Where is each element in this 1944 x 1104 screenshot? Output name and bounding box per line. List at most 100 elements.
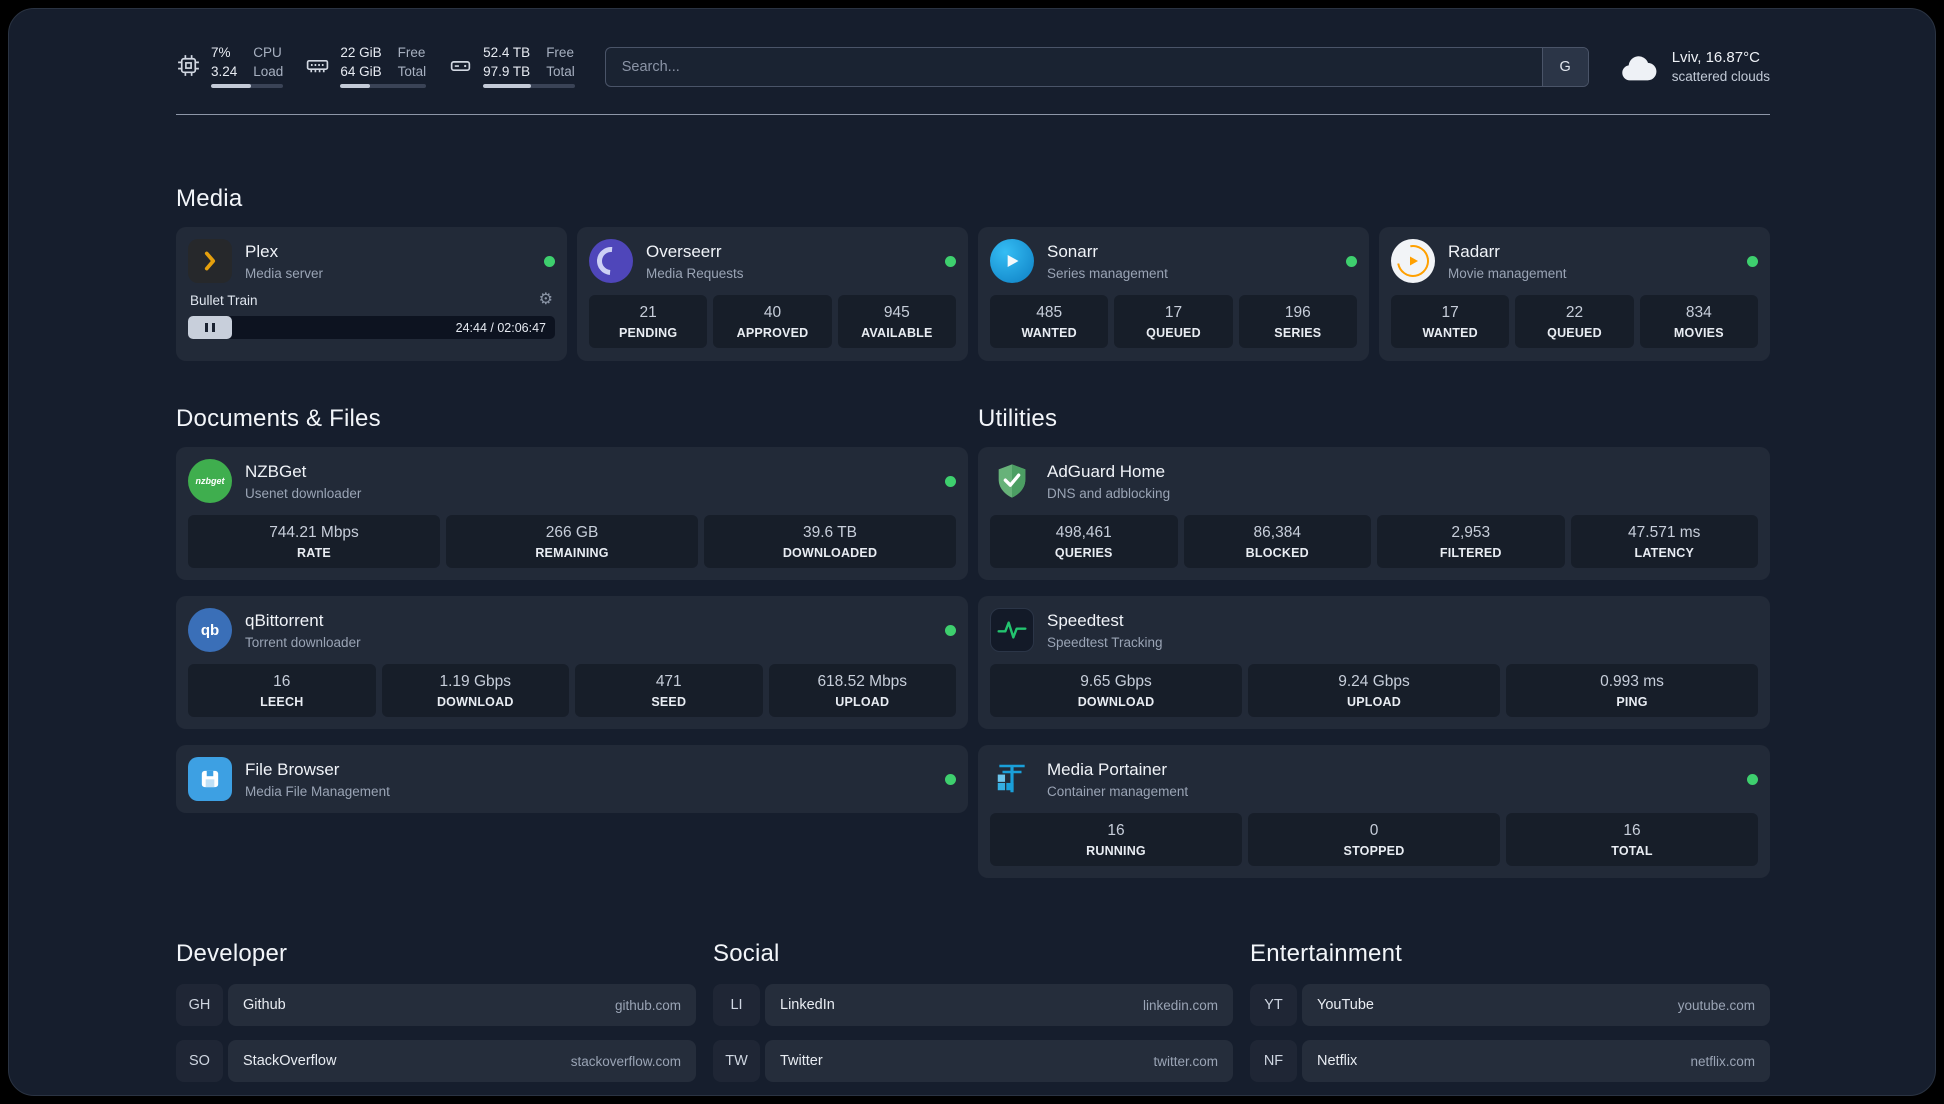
media-section: Media Plex Media server Bullet Train ⚙ 2…	[176, 185, 1770, 362]
memory-progress-bar	[340, 84, 427, 89]
stat-value: 16	[273, 673, 291, 691]
stat-label: LEECH	[260, 695, 304, 710]
stat-label: DOWNLOADED	[782, 546, 878, 561]
stat-label: WANTED	[1422, 326, 1478, 341]
card-subtitle: Media Requests	[646, 265, 744, 281]
section-heading-utilities: Utilities	[978, 405, 1058, 433]
stat-tile: 834 MOVIES	[1639, 295, 1758, 349]
bookmarks-section: Developer GH Github github.com SO StackO…	[176, 940, 1770, 1095]
stat-value: 16	[1623, 822, 1641, 840]
stat-label: FILTERED	[1439, 546, 1502, 561]
pause-button[interactable]	[188, 316, 232, 340]
memory-icon	[305, 53, 330, 78]
stat-label: QUEUED	[1547, 326, 1602, 341]
section-heading-entertainment: Entertainment	[1250, 940, 1403, 968]
bookmark-github[interactable]: GH Github github.com	[176, 984, 696, 1027]
adguard-icon	[990, 459, 1034, 503]
stat-value: 9.65 Gbps	[1080, 673, 1152, 691]
cpu-progress-bar	[211, 84, 284, 89]
card-title: Overseerr	[646, 241, 722, 261]
overseerr-card[interactable]: Overseerr Media Requests 21 PENDING 40 A…	[577, 227, 968, 362]
documents-section: Documents & Files nzbget NZBGet Usenet d…	[176, 405, 968, 878]
bookmark-abbr: NF	[1250, 1040, 1297, 1083]
bookmark-url: stackoverflow.com	[570, 1053, 681, 1069]
overseerr-icon	[589, 239, 633, 284]
stat-tile: 498,461 QUERIES	[990, 515, 1178, 569]
card-title: Sonarr	[1047, 241, 1099, 261]
bookmark-linkedin[interactable]: LI LinkedIn linkedin.com	[713, 984, 1233, 1027]
stat-tile: 196 SERIES	[1238, 295, 1357, 349]
gear-icon[interactable]: ⚙	[539, 292, 553, 308]
search-provider-button[interactable]: G	[1541, 47, 1588, 86]
bookmark-abbr: YT	[1250, 984, 1297, 1027]
bookmark-name: StackOverflow	[243, 1053, 337, 1070]
portainer-icon	[990, 757, 1034, 801]
status-dot	[945, 255, 956, 267]
stat-tile: 16 RUNNING	[990, 813, 1242, 867]
stat-label: RUNNING	[1086, 844, 1146, 859]
bookmark-group-social: Social LI LinkedIn linkedin.com TW Twitt…	[713, 940, 1233, 1095]
stat-tile: 2,953 FILTERED	[1377, 515, 1565, 569]
stat-label: QUERIES	[1054, 546, 1113, 561]
search-input[interactable]	[605, 47, 1542, 86]
status-dot	[1346, 255, 1357, 267]
adguard-card[interactable]: AdGuard Home DNS and adblocking 498,461 …	[978, 447, 1770, 581]
weather-location: Lviv, 16.87°C	[1671, 49, 1760, 67]
plex-card[interactable]: Plex Media server Bullet Train ⚙ 24:44 /…	[176, 227, 567, 362]
stat-tile: 16 TOTAL	[1506, 813, 1758, 867]
speedtest-card[interactable]: Speedtest Speedtest Tracking 9.65 Gbps D…	[978, 596, 1770, 730]
plex-seek-bar[interactable]: 24:44 / 02:06:47	[188, 316, 555, 340]
stat-tile: 9.65 Gbps DOWNLOAD	[990, 664, 1242, 718]
stat-tile: 39.6 TB DOWNLOADED	[704, 515, 956, 569]
stat-tile: 17 WANTED	[1391, 295, 1510, 349]
stat-value: 86,384	[1253, 524, 1301, 542]
card-subtitle: Usenet downloader	[245, 485, 362, 501]
nzbget-card[interactable]: nzbget NZBGet Usenet downloader 744.21 M…	[176, 447, 968, 581]
bookmark-youtube[interactable]: YT YouTube youtube.com	[1250, 984, 1770, 1027]
now-playing-title: Bullet Train	[190, 292, 258, 308]
stat-tile: 16 LEECH	[188, 664, 376, 718]
card-title: Radarr	[1448, 241, 1500, 261]
sonarr-card[interactable]: Sonarr Series management 485 WANTED 17 Q…	[978, 227, 1369, 362]
section-heading-media: Media	[176, 185, 243, 213]
sonarr-icon	[990, 239, 1034, 284]
stat-tile: 0 STOPPED	[1248, 813, 1500, 867]
radarr-card[interactable]: Radarr Movie management 17 WANTED 22 QUE…	[1379, 227, 1770, 362]
bookmark-abbr: LI	[713, 984, 760, 1027]
disk-total-label: Total	[546, 63, 575, 79]
status-dot	[945, 475, 956, 487]
section-heading-social: Social	[713, 940, 780, 968]
bookmark-group-developer: Developer GH Github github.com SO StackO…	[176, 940, 696, 1095]
card-title: qBittorrent	[245, 610, 324, 630]
resource-widgets: 7% 3.24 CPU Load 22 GiB 64 GiB Free Tota…	[176, 45, 575, 89]
plex-icon	[188, 239, 232, 284]
status-dot	[945, 773, 956, 785]
qbittorrent-card[interactable]: qb qBittorrent Torrent downloader 16 LEE…	[176, 596, 968, 730]
cloud-icon	[1619, 52, 1659, 82]
disk-free-value: 52.4 TB	[483, 45, 531, 60]
weather-condition: scattered clouds	[1671, 69, 1770, 85]
bookmark-name: Twitter	[780, 1053, 823, 1070]
stat-value: 834	[1685, 304, 1712, 322]
bookmark-netflix[interactable]: NF Netflix netflix.com	[1250, 1040, 1770, 1083]
stat-tile: 22 QUEUED	[1515, 295, 1634, 349]
bookmark-twitter[interactable]: TW Twitter twitter.com	[713, 1040, 1233, 1083]
stat-label: SERIES	[1274, 326, 1322, 341]
filebrowser-card[interactable]: File Browser Media File Management	[176, 745, 968, 814]
stat-value: 618.52 Mbps	[817, 673, 908, 691]
card-title: AdGuard Home	[1047, 461, 1166, 481]
stat-value: 945	[883, 304, 910, 322]
disk-free-label: Free	[546, 45, 574, 60]
stat-tile: 47.571 ms LATENCY	[1570, 515, 1758, 569]
bookmark-stackoverflow[interactable]: SO StackOverflow stackoverflow.com	[176, 1040, 696, 1083]
portainer-card[interactable]: Media Portainer Container management 16 …	[978, 745, 1770, 879]
stat-tile: 1.19 Gbps DOWNLOAD	[381, 664, 569, 718]
stat-label: WANTED	[1021, 326, 1077, 341]
bookmark-url: twitter.com	[1153, 1053, 1218, 1069]
bookmark-url: youtube.com	[1677, 997, 1755, 1013]
section-heading-developer: Developer	[176, 940, 288, 968]
stat-tile: 618.52 Mbps UPLOAD	[768, 664, 956, 718]
stat-value: 47.571 ms	[1628, 524, 1701, 542]
status-dot	[544, 255, 555, 267]
card-title: File Browser	[245, 759, 340, 779]
